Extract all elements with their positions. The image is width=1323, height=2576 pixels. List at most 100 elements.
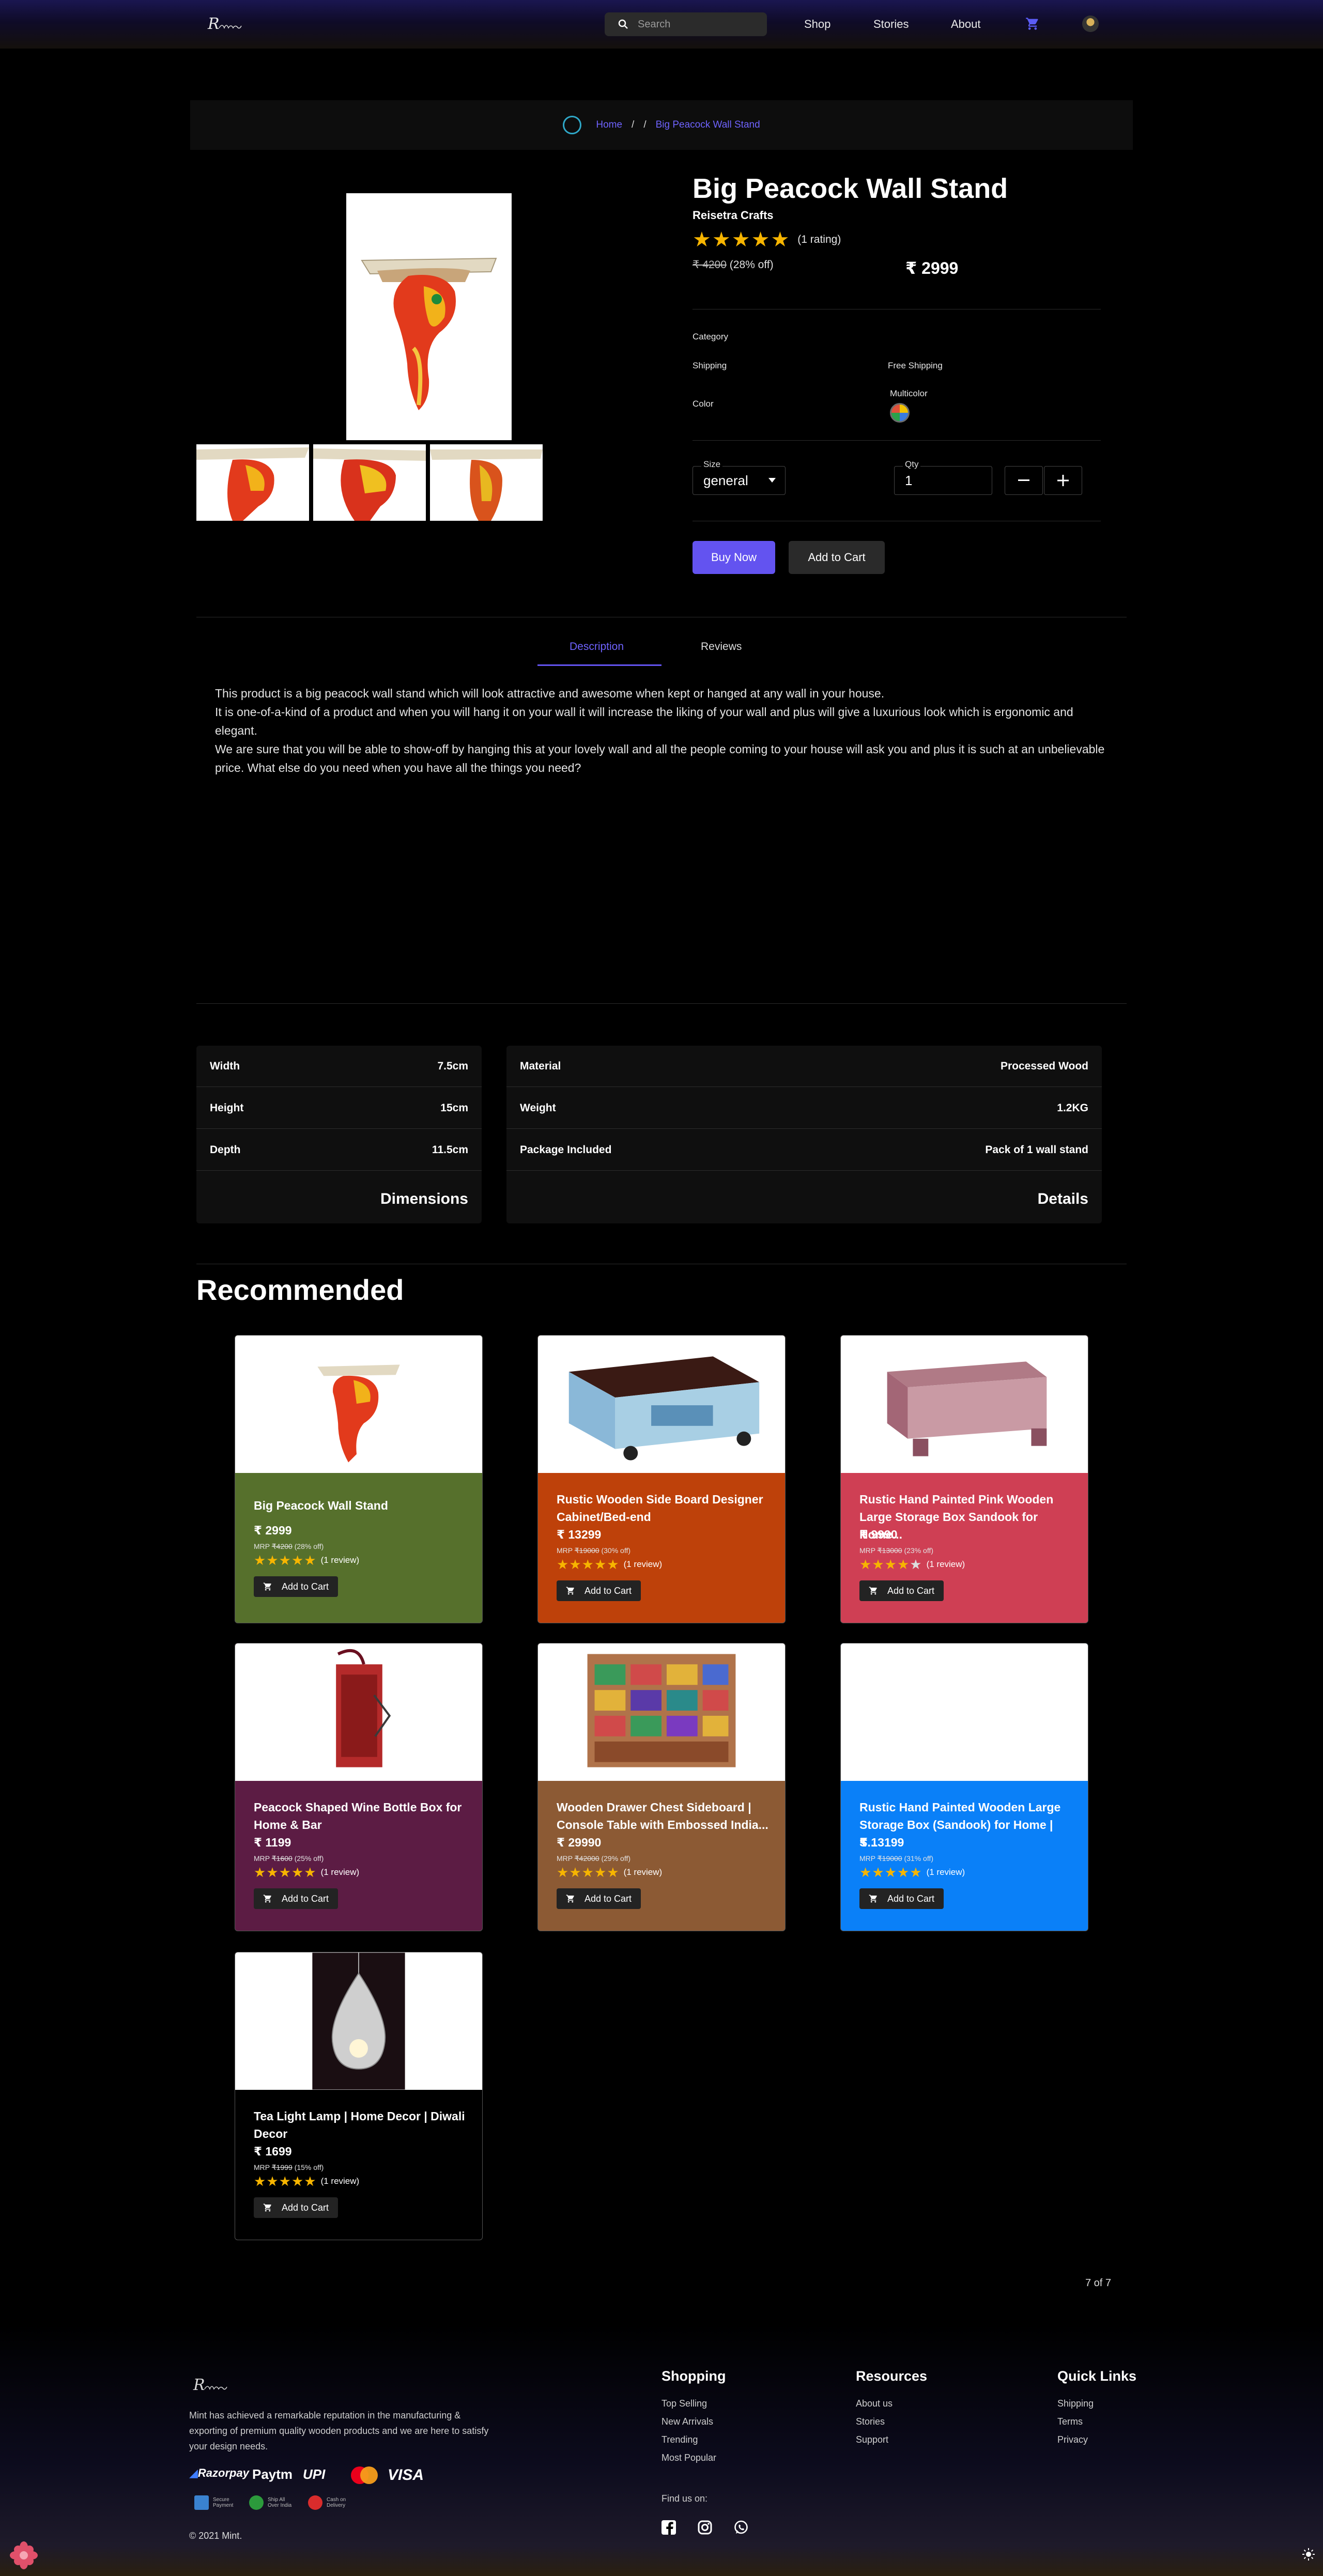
card-add-to-cart-button[interactable]: Add to Cart (254, 1888, 339, 1909)
badge-text: Cash on Delivery (327, 2497, 346, 2508)
tab-reviews[interactable]: Reviews (701, 641, 742, 653)
product-card[interactable]: Peacock Shaped Wine Bottle Box for Home … (235, 1643, 483, 1931)
buy-now-button[interactable]: Buy Now (693, 541, 775, 574)
star-icon: ★ (557, 1865, 569, 1880)
card-add-to-cart-button[interactable]: Add to Cart (557, 1580, 641, 1601)
cart-icon (869, 1587, 877, 1595)
product-card[interactable]: Rustic Hand Painted Pink Wooden Large St… (840, 1335, 1088, 1623)
footer-logo[interactable]: R (192, 2370, 254, 2397)
product-card-name[interactable]: Rustic Wooden Side Board Designer Cabine… (557, 1491, 770, 1526)
card-add-to-cart-button[interactable]: Add to Cart (859, 1888, 944, 1909)
divider (196, 1003, 1127, 1004)
product-card-name[interactable]: Tea Light Lamp | Home Decor | Diwali Dec… (254, 2107, 467, 2143)
card-add-to-cart-button[interactable]: Add to Cart (254, 2197, 339, 2218)
product-thumbnail[interactable] (196, 444, 309, 521)
product-card-rating: ★ ★ ★ ★ ★ (1 review) (859, 1866, 965, 1879)
product-card-name[interactable]: Big Peacock Wall Stand (254, 1497, 467, 1514)
flower-icon[interactable] (9, 2541, 38, 2570)
product-card-image[interactable] (235, 1336, 482, 1473)
mrp-value: ₹42000 (574, 1854, 599, 1863)
product-card-image[interactable] (538, 1336, 785, 1473)
product-card-image[interactable] (841, 1643, 1088, 1781)
product-card[interactable]: Rustic Wooden Side Board Designer Cabine… (537, 1335, 786, 1623)
mrp-value: ₹19000 (574, 1546, 599, 1555)
whatsapp-icon[interactable] (734, 2520, 748, 2535)
footer-link-new-arrivals[interactable]: New Arrivals (662, 2416, 713, 2427)
qty-decrement-button[interactable] (1005, 466, 1043, 495)
avatar[interactable] (1082, 15, 1099, 32)
star-icon: ★ (872, 1557, 884, 1572)
product-mrp: ₹ 4200 (28% off) (693, 258, 774, 271)
product-card-price: ₹ 13199 (859, 1836, 904, 1849)
footer-link-about-us[interactable]: About us (856, 2398, 893, 2409)
nav-stories[interactable]: Stories (873, 18, 909, 31)
discount-text: (30% off) (599, 1546, 631, 1555)
reisetra-logo[interactable]: R (207, 10, 269, 37)
product-thumbnail[interactable] (313, 444, 426, 521)
card-add-to-cart-button[interactable]: Add to Cart (254, 1576, 339, 1597)
footer-link-shipping[interactable]: Shipping (1057, 2398, 1094, 2409)
star-icon: ★ (859, 1557, 872, 1572)
instagram-icon[interactable] (698, 2520, 712, 2535)
mrp-prefix: MRP (859, 1546, 878, 1555)
product-card-price: ₹ 29990 (557, 1836, 602, 1849)
product-card-name[interactable]: Wooden Drawer Chest Sideboard | Console … (557, 1798, 770, 1834)
product-card-mrp: MRP ₹1600 (25% off) (254, 1854, 324, 1863)
product-card-mrp: MRP ₹4200 (28% off) (254, 1542, 324, 1551)
footer-link-support[interactable]: Support (856, 2434, 888, 2445)
product-card-price: ₹ 9990 (859, 1528, 898, 1541)
secure-payment-badge: Secure Payment (194, 2495, 237, 2510)
footer-link-most-popular[interactable]: Most Popular (662, 2453, 716, 2463)
facebook-icon[interactable] (662, 2520, 676, 2535)
theme-toggle-sun-icon[interactable] (1302, 2548, 1315, 2561)
description-paragraph: This product is a big peacock wall stand… (215, 687, 885, 700)
product-card[interactable]: Tea Light Lamp | Home Decor | Diwali Dec… (235, 1952, 483, 2240)
card-add-to-cart-button[interactable]: Add to Cart (859, 1580, 944, 1601)
spec-value: 11.5cm (432, 1143, 468, 1156)
product-card-image[interactable] (235, 1952, 482, 2090)
color-value: Multicolor (890, 389, 928, 398)
cart-icon[interactable] (1025, 17, 1040, 31)
card-add-to-cart-button[interactable]: Add to Cart (557, 1888, 641, 1909)
footer-link-trending[interactable]: Trending (662, 2434, 698, 2445)
product-card[interactable]: Big Peacock Wall Stand ₹ 2999 MRP ₹4200 … (235, 1335, 483, 1623)
star-icon: ★ (279, 1553, 291, 1568)
product-rating[interactable]: ★ ★ ★ ★ ★ (1 rating) (693, 229, 841, 250)
dimensions-card: Width 7.5cm Height 15cm Depth 11.5cm Dimens… (196, 1046, 482, 1223)
footer-link-stories[interactable]: Stories (856, 2416, 885, 2427)
product-card-name[interactable]: Peacock Shaped Wine Bottle Box for Home … (254, 1798, 467, 1834)
add-to-cart-button[interactable]: Add to Cart (789, 541, 885, 574)
mrp-value: ₹4200 (271, 1542, 293, 1550)
star-icon: ★ (594, 1865, 607, 1880)
payment-name: Razorpay (197, 2466, 249, 2479)
card-add-to-cart-label: Add to Cart (282, 2202, 329, 2213)
product-card[interactable]: Rustic Hand Painted Wooden Large Storage… (840, 1643, 1088, 1931)
search-bar[interactable]: Search (605, 12, 767, 36)
footer-link-terms[interactable]: Terms (1057, 2416, 1083, 2427)
footer-link-top-selling[interactable]: Top Selling (662, 2398, 707, 2409)
qty-input[interactable]: Qty 1 (894, 459, 992, 495)
product-card-image[interactable] (841, 1336, 1088, 1473)
product-card-price: ₹ 13299 (557, 1528, 602, 1541)
product-main-image[interactable] (346, 193, 512, 440)
product-card-mrp: MRP ₹42000 (29% off) (557, 1854, 630, 1863)
color-swatch[interactable] (890, 403, 910, 423)
size-select[interactable]: Size general (693, 459, 786, 495)
breadcrumb-current[interactable]: Big Peacock Wall Stand (656, 119, 760, 131)
footer-quick-links-heading: Quick Links (1057, 2368, 1137, 2384)
qty-increment-button[interactable] (1044, 466, 1082, 495)
review-count: (1 review) (926, 1867, 965, 1877)
product-card[interactable]: Wooden Drawer Chest Sideboard | Console … (537, 1643, 786, 1931)
footer-link-privacy[interactable]: Privacy (1057, 2434, 1088, 2445)
nav-shop[interactable]: Shop (804, 18, 830, 31)
tab-description[interactable]: Description (570, 641, 624, 653)
product-thumbnail[interactable] (430, 444, 543, 521)
product-card-image[interactable] (235, 1643, 482, 1781)
breadcrumb-home[interactable]: Home (596, 119, 622, 131)
product-card-mrp: MRP ₹19000 (31% off) (859, 1854, 933, 1863)
nav-about[interactable]: About (951, 18, 981, 31)
product-card-mrp: MRP ₹13000 (23% off) (859, 1546, 933, 1555)
product-card-image[interactable] (538, 1643, 785, 1781)
star-icon: ★ (304, 1865, 316, 1880)
product-brand[interactable]: Reisetra Crafts (693, 209, 774, 222)
